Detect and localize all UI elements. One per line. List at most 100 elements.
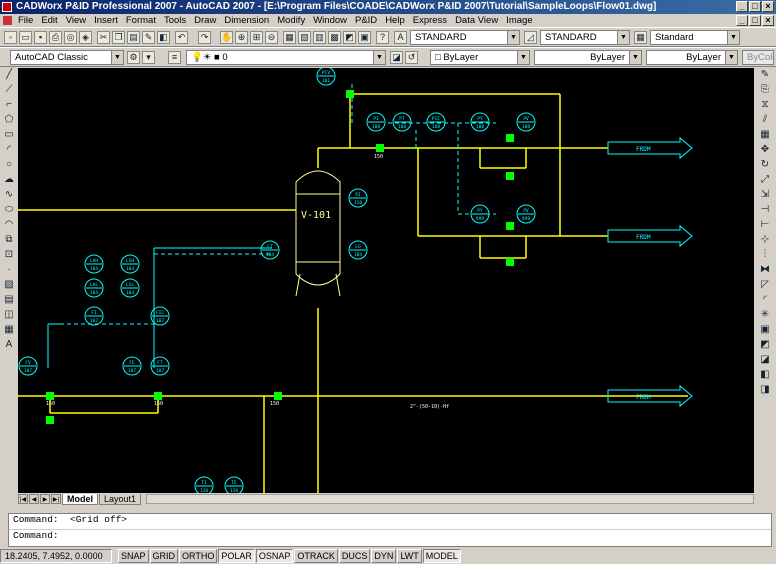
first-tab-icon[interactable]: |◀ bbox=[18, 494, 28, 504]
command-prompt[interactable]: Command: bbox=[9, 529, 771, 541]
layer-manager-icon[interactable]: ≡ bbox=[168, 51, 181, 64]
instrument-bubble[interactable]: FI 107 bbox=[84, 306, 104, 326]
chamfer-icon[interactable]: ◸ bbox=[758, 278, 772, 292]
draworder-icon[interactable]: ▣ bbox=[758, 323, 772, 337]
instrument-bubble[interactable]: TE120 bbox=[224, 476, 244, 493]
ortho-toggle[interactable]: ORTHO bbox=[179, 549, 218, 563]
document-icon[interactable] bbox=[3, 16, 12, 25]
model-toggle[interactable]: MODEL bbox=[422, 549, 461, 563]
drawing-area[interactable]: FRDM FRDM FRDM V-101 150 150 150 150 2"-… bbox=[18, 68, 754, 493]
pan-icon[interactable]: ✋ bbox=[220, 31, 233, 44]
break-at-point-icon[interactable]: ⊹ bbox=[758, 233, 772, 247]
zoom-previous-icon[interactable]: ⊖ bbox=[265, 31, 278, 44]
instrument-bubble[interactable]: PT 108 bbox=[392, 112, 412, 132]
menu-image[interactable]: Image bbox=[502, 15, 536, 26]
workspace-settings-icon[interactable]: ⚙ bbox=[127, 51, 140, 64]
menu-insert[interactable]: Insert bbox=[90, 15, 122, 26]
save-icon[interactable]: ▪ bbox=[34, 31, 47, 44]
quickcalc-icon[interactable]: ▣ bbox=[358, 31, 371, 44]
otrack-toggle[interactable]: OTRACK bbox=[294, 549, 338, 563]
preview-icon[interactable]: ◎ bbox=[64, 31, 77, 44]
menu-tools[interactable]: Tools bbox=[160, 15, 190, 26]
horizontal-scrollbar[interactable] bbox=[146, 494, 754, 504]
menu-draw[interactable]: Draw bbox=[190, 15, 220, 26]
erase-icon[interactable]: ✎ bbox=[758, 68, 772, 82]
plot-icon[interactable]: ⎙ bbox=[49, 31, 62, 44]
doc-restore-button[interactable]: □ bbox=[749, 15, 761, 26]
gradient-icon[interactable]: ▤ bbox=[2, 293, 16, 307]
menu-dimension[interactable]: Dimension bbox=[220, 15, 273, 26]
region-icon[interactable]: ◫ bbox=[2, 308, 16, 322]
draworder-front-icon[interactable]: ◩ bbox=[758, 338, 772, 352]
circle-icon[interactable]: ○ bbox=[2, 158, 16, 172]
menu-data-view[interactable]: Data View bbox=[451, 15, 502, 26]
dim-style-combo[interactable]: STANDARD ▼ bbox=[540, 30, 630, 45]
layer-combo[interactable]: 💡☀ ■ 0 ▼ bbox=[186, 50, 386, 65]
instrument-bubble[interactable]: TI120 bbox=[194, 476, 214, 493]
scale-icon[interactable]: ⤢ bbox=[758, 173, 772, 187]
osnap-toggle[interactable]: OSNAP bbox=[255, 549, 294, 563]
table-style-combo[interactable]: Standard ▼ bbox=[650, 30, 740, 45]
lineweight-combo[interactable]: ByLayer ▼ bbox=[646, 50, 738, 65]
command-window[interactable]: Command: <Grid off> Command: bbox=[8, 513, 772, 547]
markup-icon[interactable]: ◩ bbox=[343, 31, 356, 44]
design-center-icon[interactable]: ▧ bbox=[298, 31, 311, 44]
copy-icon[interactable]: ❐ bbox=[112, 31, 125, 44]
maximize-button[interactable]: □ bbox=[749, 1, 761, 12]
stretch-icon[interactable]: ⇲ bbox=[758, 188, 772, 202]
match-properties-icon[interactable]: ✎ bbox=[142, 31, 155, 44]
insert-block-icon[interactable]: ⧉ bbox=[2, 233, 16, 247]
doc-close-button[interactable]: × bbox=[762, 15, 774, 26]
menu-express[interactable]: Express bbox=[409, 15, 451, 26]
join-icon[interactable]: ⧓ bbox=[758, 263, 772, 277]
hatch-back-icon[interactable]: ◨ bbox=[758, 383, 772, 397]
instrument-bubble[interactable]: LT 104 bbox=[260, 240, 280, 260]
tool-palettes-icon[interactable]: ▥ bbox=[313, 31, 326, 44]
fillet-icon[interactable]: ◜ bbox=[758, 293, 772, 307]
properties-icon[interactable]: ▦ bbox=[283, 31, 296, 44]
color-combo[interactable]: □ ByLayer ▼ bbox=[430, 50, 530, 65]
menu-file[interactable]: File bbox=[14, 15, 37, 26]
table-icon[interactable]: ▦ bbox=[2, 323, 16, 337]
block-editor-icon[interactable]: ◧ bbox=[157, 31, 170, 44]
instrument-bubble[interactable]: FV 107 bbox=[18, 356, 38, 376]
dim-style-icon[interactable]: ◿ bbox=[524, 31, 537, 44]
layer-previous-icon[interactable]: ↺ bbox=[405, 51, 418, 64]
ducs-toggle[interactable]: DUCS bbox=[338, 549, 371, 563]
polyline-icon[interactable]: ⌐ bbox=[2, 98, 16, 112]
tab-layout1[interactable]: Layout1 bbox=[99, 493, 142, 505]
array-icon[interactable]: ▦ bbox=[758, 128, 772, 142]
paste-icon[interactable]: ▤ bbox=[127, 31, 140, 44]
construction-line-icon[interactable]: ⟋ bbox=[2, 83, 16, 97]
sheet-set-icon[interactable]: ▩ bbox=[328, 31, 341, 44]
table-style-icon[interactable]: ▦ bbox=[634, 31, 647, 44]
polygon-icon[interactable]: ⬠ bbox=[2, 113, 16, 127]
tab-model[interactable]: Model bbox=[62, 493, 98, 505]
help-icon[interactable]: ? bbox=[376, 31, 389, 44]
instrument-bubble[interactable]: FIC 107 bbox=[150, 306, 170, 326]
text-style-combo[interactable]: STANDARD ▼ bbox=[410, 30, 520, 45]
doc-minimize-button[interactable]: _ bbox=[736, 15, 748, 26]
copy-object-icon[interactable]: ⎘ bbox=[758, 83, 772, 97]
text-style-icon[interactable]: A bbox=[394, 31, 407, 44]
coordinate-readout[interactable]: 18.2405, 7.4952, 0.0000 bbox=[0, 549, 112, 563]
instrument-bubble[interactable]: LSH 104 bbox=[120, 254, 140, 274]
polar-toggle[interactable]: POLAR bbox=[218, 549, 255, 563]
open-icon[interactable]: ▭ bbox=[19, 31, 32, 44]
instrument-bubble[interactable]: PI 108 bbox=[366, 112, 386, 132]
menu-edit[interactable]: Edit bbox=[37, 15, 61, 26]
instrument-bubble[interactable]: PV 999 bbox=[516, 204, 536, 224]
instrument-bubble[interactable]: LAH 104 bbox=[84, 254, 104, 274]
instrument-bubble[interactable]: LG 104 bbox=[348, 240, 368, 260]
undo-icon[interactable]: ↶ bbox=[175, 31, 188, 44]
instrument-bubble[interactable]: LAL 104 bbox=[84, 278, 104, 298]
line-icon[interactable]: ╱ bbox=[2, 68, 16, 82]
hatch-icon[interactable]: ▨ bbox=[2, 278, 16, 292]
move-icon[interactable]: ✥ bbox=[758, 143, 772, 157]
grid-toggle[interactable]: GRID bbox=[149, 549, 179, 563]
instrument-bubble[interactable]: PY 999 bbox=[470, 204, 490, 224]
rectangle-icon[interactable]: ▭ bbox=[2, 128, 16, 142]
menu-help[interactable]: Help bbox=[381, 15, 409, 26]
lwt-toggle[interactable]: LWT bbox=[397, 549, 422, 563]
ellipse-arc-icon[interactable]: ◠ bbox=[2, 218, 16, 232]
